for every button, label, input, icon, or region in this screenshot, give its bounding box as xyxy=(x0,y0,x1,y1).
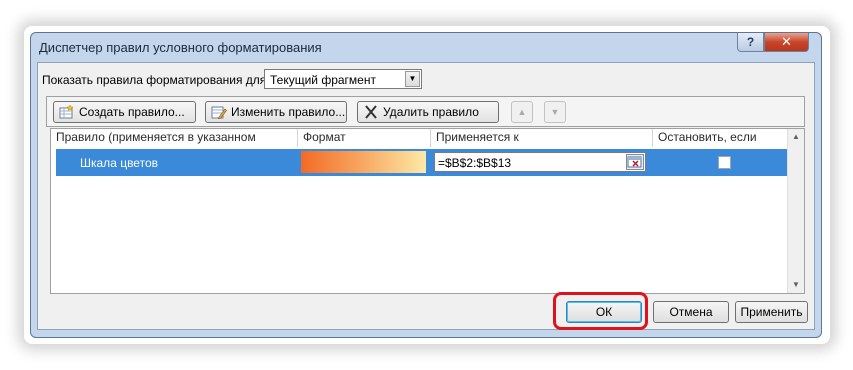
move-down-button[interactable]: ▼ xyxy=(544,101,566,123)
help-icon: ? xyxy=(746,35,755,49)
edit-rule-label: Изменить правило... xyxy=(231,105,346,119)
delete-icon xyxy=(363,105,379,119)
show-rules-label: Показать правила форматирования для: xyxy=(42,73,270,87)
column-header-stop-if-true[interactable]: Остановить, если истина xyxy=(653,129,790,161)
dialog-title: Диспетчер правил условного форматировани… xyxy=(39,40,322,55)
scroll-down-icon[interactable]: ▼ xyxy=(788,277,804,293)
applies-to-field[interactable]: =$B$2:$B$13 xyxy=(434,152,646,172)
close-button[interactable]: ✕ xyxy=(764,33,809,52)
ok-button[interactable]: ОК xyxy=(566,301,642,323)
delete-rule-button[interactable]: Удалить правило xyxy=(357,101,499,123)
conditional-formatting-dialog: Диспетчер правил условного форматировани… xyxy=(30,32,822,338)
column-header-applies-to[interactable]: Применяется к xyxy=(431,129,653,147)
arrow-up-icon: ▲ xyxy=(517,107,527,117)
create-rule-button[interactable]: Создать правило... xyxy=(53,101,196,123)
range-picker-icon[interactable] xyxy=(626,154,644,170)
rules-grid: Правило (применяется в указанном порядке… xyxy=(50,128,805,294)
edit-rule-icon xyxy=(211,105,227,120)
move-up-button[interactable]: ▲ xyxy=(511,101,533,123)
show-rules-value: Текущий фрагмент xyxy=(270,73,376,87)
new-rule-icon xyxy=(59,104,75,119)
close-icon: ✕ xyxy=(781,34,792,49)
show-rules-dropdown[interactable]: Текущий фрагмент ▼ xyxy=(264,69,422,89)
stop-if-true-checkbox[interactable] xyxy=(718,156,731,169)
delete-rule-label: Удалить правило xyxy=(383,105,479,119)
edit-rule-button[interactable]: Изменить правило... xyxy=(205,101,347,123)
column-header-rule[interactable]: Правило (применяется в указанном порядке… xyxy=(51,129,298,161)
rules-scrollbar[interactable]: ▲ ▼ xyxy=(787,129,804,293)
rule-name: Шкала цветов xyxy=(80,156,158,170)
table-row[interactable]: Шкала цветов =$B$2:$B$13 xyxy=(56,149,793,176)
apply-button[interactable]: Применить xyxy=(735,301,808,323)
scroll-up-icon[interactable]: ▲ xyxy=(788,129,804,145)
help-button[interactable]: ? xyxy=(737,33,764,52)
format-preview xyxy=(301,151,426,173)
arrow-down-icon: ▼ xyxy=(550,107,560,117)
column-header-format[interactable]: Формат xyxy=(298,129,431,147)
create-rule-label: Создать правило... xyxy=(79,105,185,119)
chevron-down-icon[interactable]: ▼ xyxy=(405,71,420,87)
cancel-button[interactable]: Отмена xyxy=(653,301,729,323)
applies-to-value: =$B$2:$B$13 xyxy=(438,156,512,170)
dialog-body: Показать правила форматирования для: Тек… xyxy=(37,62,815,330)
rules-toolbar: Создать правило... Изменить правило... У… xyxy=(46,96,805,127)
